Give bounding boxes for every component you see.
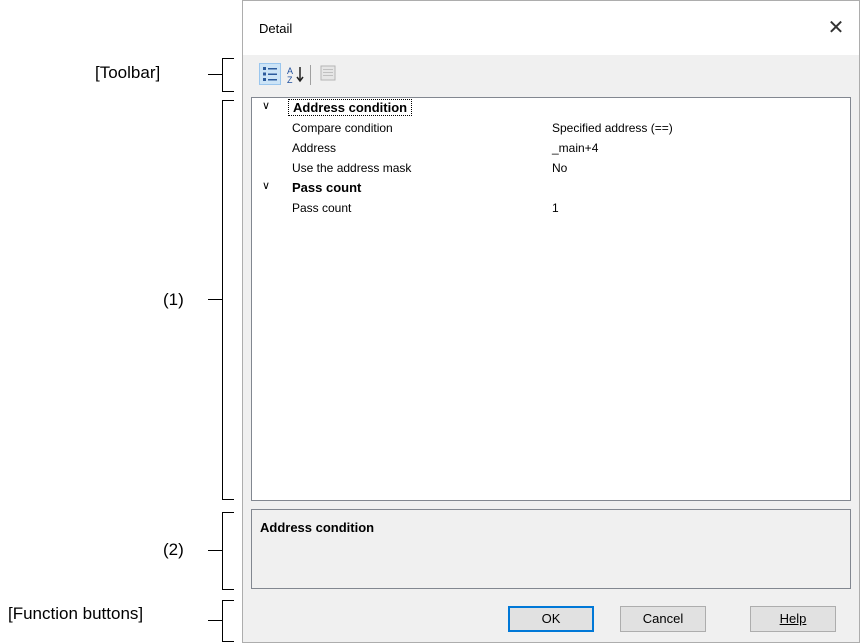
property-name: Compare condition bbox=[292, 121, 393, 135]
property-grid[interactable]: ∨ Address condition Compare condition Sp… bbox=[251, 97, 851, 501]
toolbar-separator bbox=[310, 65, 311, 85]
alphabetical-sort-button[interactable]: A Z bbox=[285, 63, 307, 85]
area1-callout-label: (1) bbox=[163, 290, 184, 309]
chevron-down-icon[interactable]: ∨ bbox=[259, 99, 273, 112]
property-name: Pass count bbox=[292, 201, 352, 215]
toolbar-callout-bracket bbox=[208, 58, 234, 92]
toolbar: A Z bbox=[243, 57, 859, 93]
dialog-title: Detail bbox=[259, 21, 293, 36]
description-title: Address condition bbox=[260, 520, 375, 535]
property-pages-button[interactable] bbox=[318, 63, 340, 85]
category-row-address-condition[interactable]: ∨ Address condition bbox=[252, 98, 850, 118]
area2-callout-label: (2) bbox=[163, 540, 184, 559]
ok-button[interactable]: OK bbox=[508, 606, 594, 632]
categorized-view-button[interactable] bbox=[259, 63, 281, 85]
property-row-pass-count[interactable]: Pass count 1 bbox=[252, 198, 850, 218]
categorized-view-icon bbox=[263, 67, 277, 81]
property-pages-icon bbox=[320, 65, 336, 81]
property-value[interactable]: 1 bbox=[552, 201, 559, 215]
description-panel: Address condition bbox=[251, 509, 851, 589]
property-row-address[interactable]: Address _main+4 bbox=[252, 138, 850, 158]
property-name: Use the address mask bbox=[292, 161, 412, 175]
property-value[interactable]: Specified address (==) bbox=[552, 121, 673, 135]
property-name: Address bbox=[292, 141, 337, 155]
area1-callout-bracket bbox=[208, 100, 234, 500]
property-row-compare-condition[interactable]: Compare condition Specified address (==) bbox=[252, 118, 850, 138]
category-row-pass-count[interactable]: ∨ Pass count bbox=[252, 178, 850, 198]
detail-dialog: Detail ✕ A Z ∨ Address condition Compare… bbox=[242, 0, 860, 643]
category-label: Address condition bbox=[288, 99, 413, 116]
alphabetical-sort-icon: A Z bbox=[287, 66, 304, 85]
help-button[interactable]: Help bbox=[750, 606, 836, 632]
chevron-down-icon[interactable]: ∨ bbox=[259, 179, 273, 192]
close-icon[interactable]: ✕ bbox=[821, 13, 851, 43]
area2-callout-bracket bbox=[208, 512, 234, 590]
property-value[interactable]: No bbox=[552, 161, 567, 175]
function-buttons-callout-bracket bbox=[208, 600, 234, 642]
function-buttons-callout-label: [Function buttons] bbox=[8, 604, 144, 623]
toolbar-callout-label: [Toolbar] bbox=[95, 63, 161, 82]
property-value[interactable]: _main+4 bbox=[552, 141, 598, 155]
property-row-use-address-mask[interactable]: Use the address mask No bbox=[252, 158, 850, 178]
category-label: Pass count bbox=[292, 180, 362, 195]
svg-text:Z: Z bbox=[287, 75, 293, 85]
help-button-label: Help bbox=[779, 611, 807, 626]
cancel-button[interactable]: Cancel bbox=[620, 606, 706, 632]
title-bar: Detail ✕ bbox=[243, 1, 859, 55]
